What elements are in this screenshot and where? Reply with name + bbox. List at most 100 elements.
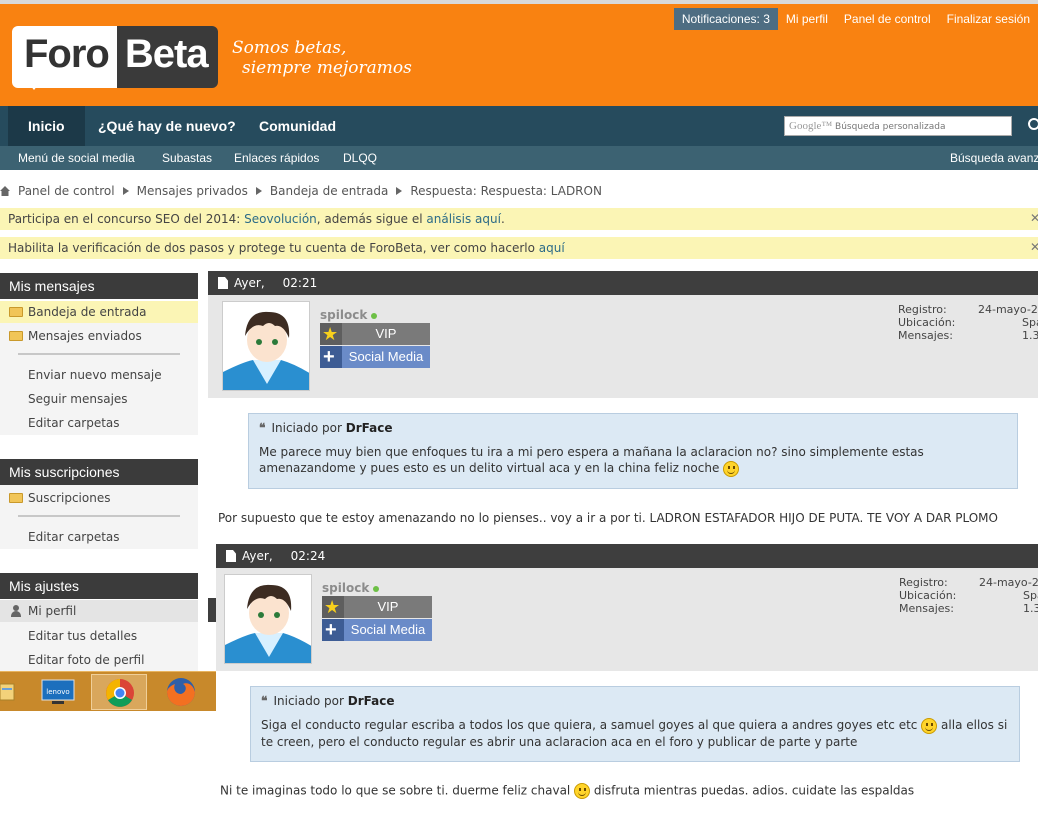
- quote-icon: ❝: [259, 421, 266, 435]
- quote-author[interactable]: DrFace: [348, 694, 395, 708]
- online-status-icon: [373, 585, 380, 592]
- badge-vip: ★ VIP: [322, 596, 432, 618]
- quote-author[interactable]: DrFace: [346, 421, 393, 435]
- info-value: 24-mayo-20: [978, 303, 1038, 316]
- info-label: Ubicación:: [898, 316, 956, 329]
- post-body: Por supuesto que te estoy amenazando no …: [218, 511, 998, 525]
- user-icon: [11, 605, 21, 617]
- sidebar-item-edit-details[interactable]: Editar tus detalles: [0, 625, 198, 647]
- subnav-dlqq[interactable]: DLQQ: [343, 146, 377, 170]
- post-time: 02:21: [282, 276, 318, 290]
- info-label: Mensajes:: [898, 329, 953, 342]
- slogan-line-1: Somos betas,: [232, 38, 347, 58]
- info-label: Mensajes:: [899, 602, 954, 615]
- post-username[interactable]: spilock: [322, 581, 380, 595]
- logo-foro-text: Foro: [12, 26, 117, 88]
- info-label: Registro:: [898, 303, 947, 316]
- sidebar-item-label: Bandeja de entrada: [28, 305, 147, 319]
- close-icon[interactable]: ✕: [1030, 240, 1038, 254]
- notifications-link[interactable]: Notificaciones: 3: [673, 8, 778, 30]
- quote-header: ❝ Iniciado por DrFace: [261, 693, 1009, 709]
- username-text: spilock: [320, 308, 368, 322]
- post-date: Ayer,: [242, 549, 273, 563]
- seovolucion-link[interactable]: Seovolución: [244, 212, 317, 226]
- logo-speech-tail: [26, 80, 42, 90]
- advanced-search-link[interactable]: Búsqueda avanzada: [950, 146, 1038, 170]
- notice-text: .: [500, 212, 505, 226]
- google-brand: Google™: [789, 120, 833, 132]
- badge-label: VIP: [342, 323, 430, 345]
- user-info: Registro: 24-mayo-20 Ubicación: Spa Mensaj…: [898, 303, 1038, 343]
- avatar[interactable]: [222, 301, 310, 391]
- breadcrumb-arrow-icon: [122, 187, 129, 195]
- info-row: Mensajes: 1.3: [898, 329, 1038, 342]
- post-time: 02:24: [290, 549, 326, 563]
- taskbar-file-explorer[interactable]: [0, 674, 26, 710]
- breadcrumb: Panel de control Mensajes privados Bande…: [0, 182, 602, 200]
- badge-label: Social Media: [342, 346, 430, 368]
- info-value: 24-mayo-20: [979, 576, 1038, 589]
- sidebar-item-edit-folders[interactable]: Editar carpetas: [0, 412, 198, 434]
- smiley-icon: [723, 460, 740, 477]
- sidebar-item-sent[interactable]: Mensajes enviados: [0, 325, 198, 347]
- sidebar-divider: [18, 353, 180, 355]
- analysis-link[interactable]: análisis aquí: [426, 212, 501, 226]
- forobeta-logo[interactable]: Foro Beta: [12, 26, 218, 88]
- star-icon: ★: [322, 596, 344, 618]
- sidebar-item-follow-messages[interactable]: Seguir mensajes: [0, 388, 198, 410]
- taskbar-lenovo[interactable]: lenovo: [30, 674, 86, 710]
- close-icon[interactable]: ✕: [1030, 211, 1038, 225]
- subnav-subastas[interactable]: Subastas: [162, 146, 212, 170]
- search-input[interactable]: Google™ Búsqueda personalizada: [784, 116, 1012, 136]
- quote-text-content: Siga el conducto regular escriba a todos…: [261, 718, 918, 732]
- quote-block: ❝ Iniciado por DrFace Siga el conducto re…: [250, 686, 1020, 762]
- top-links: Notificaciones: 3 Mi perfil Panel de con…: [673, 8, 1038, 30]
- info-value: 1.3: [1022, 329, 1038, 342]
- smiley-icon: [574, 783, 591, 799]
- breadcrumb-control-panel[interactable]: Panel de control: [18, 184, 115, 198]
- post-username[interactable]: spilock: [320, 308, 378, 322]
- info-row: Ubicación: Spa: [899, 589, 1038, 602]
- logout-link[interactable]: Finalizar sesión: [939, 8, 1038, 30]
- tab-inicio[interactable]: Inicio: [8, 106, 85, 146]
- notice-text: Participa en el concurso SEO del 2014:: [8, 212, 245, 226]
- badge-label: VIP: [344, 596, 432, 618]
- breadcrumb-inbox[interactable]: Bandeja de entrada: [270, 184, 388, 198]
- taskbar-chrome[interactable]: [91, 674, 147, 710]
- sidebar-item-inbox[interactable]: Bandeja de entrada: [0, 301, 198, 323]
- info-row: Registro: 24-mayo-20: [899, 576, 1038, 589]
- search-icon[interactable]: [1028, 118, 1038, 130]
- badge-vip: ★ VIP: [320, 323, 430, 345]
- plus-icon: +: [320, 346, 342, 368]
- post-header: Ayer, 02:21: [208, 271, 1038, 295]
- sidebar-item-label: Suscripciones: [28, 491, 111, 505]
- tab-comunidad[interactable]: Comunidad: [259, 106, 336, 146]
- info-value: Spa: [1022, 316, 1038, 329]
- subnav-social-media[interactable]: Menú de social media: [18, 146, 135, 170]
- home-icon[interactable]: [0, 186, 10, 196]
- chrome-icon: [106, 679, 134, 707]
- badge-social-media: + Social Media: [320, 346, 430, 368]
- two-step-link[interactable]: aquí: [539, 241, 565, 255]
- slogan: Somos betas, siempre mejoramos: [232, 38, 412, 78]
- sidebar-item-new-message[interactable]: Enviar nuevo mensaje: [0, 364, 198, 386]
- sidebar-item-edit-photo[interactable]: Editar foto de perfil: [0, 649, 198, 671]
- user-info: Registro: 24-mayo-20 Ubicación: Spa Mensaj…: [899, 576, 1038, 616]
- sidebar-item-subscriptions[interactable]: Suscripciones: [0, 487, 198, 509]
- breadcrumb-arrow-icon: [255, 187, 262, 195]
- folder-icon: [9, 493, 23, 503]
- breadcrumb-private-messages[interactable]: Mensajes privados: [137, 184, 248, 198]
- taskbar-firefox[interactable]: [153, 674, 209, 710]
- subnav-enlaces-rapidos[interactable]: Enlaces rápidos: [234, 146, 319, 170]
- avatar[interactable]: [224, 574, 312, 664]
- my-profile-link[interactable]: Mi perfil: [778, 8, 836, 30]
- tab-whats-new[interactable]: ¿Qué hay de nuevo?: [98, 106, 236, 146]
- control-panel-link[interactable]: Panel de control: [836, 8, 939, 30]
- folder-icon: [9, 307, 23, 317]
- sidebar-heading-subscriptions: Mis suscripciones: [0, 459, 198, 485]
- post-edge: [208, 598, 216, 622]
- quote-prefix: Iniciado por: [273, 694, 344, 708]
- sidebar-item-my-profile[interactable]: Mi perfil: [0, 600, 198, 622]
- info-label: Ubicación:: [899, 589, 957, 602]
- sidebar-item-edit-folders-subs[interactable]: Editar carpetas: [0, 526, 198, 548]
